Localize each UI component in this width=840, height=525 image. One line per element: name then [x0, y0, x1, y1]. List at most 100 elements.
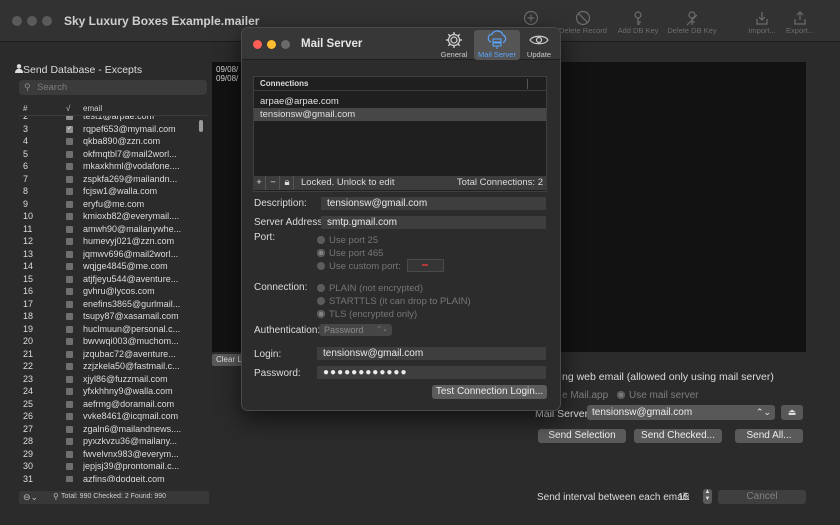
login-field[interactable]: tensionsw@gmail.com [317, 347, 546, 360]
table-row[interactable]: 9 eryfu@me.com [19, 198, 199, 211]
row-checkbox[interactable] [66, 238, 73, 245]
connection-item[interactable]: tensionsw@gmail.com [254, 108, 546, 121]
custom-port-field[interactable] [407, 259, 444, 272]
tab-mail-server[interactable]: Mail Server [474, 30, 520, 60]
port-465-radio[interactable]: Use port 465 [317, 248, 383, 259]
row-checkbox[interactable] [66, 425, 73, 433]
connection-item[interactable]: arpae@arpae.com [254, 95, 546, 108]
row-checkbox[interactable] [66, 400, 73, 408]
send-checked-button[interactable]: Send Checked... [634, 429, 722, 443]
table-row[interactable]: 5 okfmqtbl7@mail2worl... [19, 148, 199, 161]
row-checkbox[interactable] [66, 188, 73, 195]
row-checkbox[interactable] [66, 213, 73, 220]
row-checkbox[interactable] [66, 363, 73, 370]
email-table[interactable]: 2 ✓ test1@arpae.com 3 ✓ rqpef653@mymail.com 4 q… [19, 116, 199, 482]
table-row[interactable]: 17 enefins3865@gurlmail... [19, 298, 199, 311]
row-checkbox[interactable] [66, 350, 73, 358]
send-all-button[interactable]: Send All... [735, 429, 803, 443]
row-checkbox[interactable] [66, 263, 73, 270]
table-row[interactable]: 12 humevyj021@zzn.com [19, 235, 199, 248]
remove-connection-button[interactable]: − [267, 176, 280, 190]
add-connection-button[interactable]: + [253, 176, 266, 190]
table-row[interactable]: 4 qkba890@zzn.com [19, 135, 199, 148]
port-25-radio[interactable]: Use port 25 [317, 235, 378, 246]
search-input[interactable] [37, 81, 197, 94]
row-checkbox[interactable] [66, 275, 73, 283]
row-checkbox[interactable] [66, 163, 73, 170]
table-row[interactable]: 10 kmioxb82@everymail.... [19, 210, 199, 223]
table-row[interactable]: 8 fcjsw1@walla.com [19, 185, 199, 198]
table-row[interactable]: 13 jqmwv696@mail2worl... [19, 248, 199, 261]
table-row[interactable]: 23 xjyl86@fuzzmail.com [19, 373, 199, 386]
plain-connection-radio[interactable]: PLAIN (not encrypted) [317, 283, 423, 294]
zoom-window-button[interactable] [42, 16, 52, 26]
table-row[interactable]: 14 wqjge4845@me.com [19, 260, 199, 273]
row-checkbox[interactable] [66, 300, 73, 308]
tab-update[interactable]: Update [524, 30, 554, 60]
starttls-connection-radio[interactable]: STARTTLS (it can drop to PLAIN) [317, 296, 471, 307]
mail-server-select[interactable]: tensionsw@gmail.com ⌃⌄ [587, 405, 775, 420]
row-checkbox[interactable] [66, 475, 73, 482]
table-row[interactable]: 3 ✓ rqpef653@mymail.com [19, 123, 199, 136]
close-window-button[interactable] [12, 16, 22, 26]
row-checkbox[interactable] [66, 138, 73, 145]
row-checkbox[interactable] [66, 463, 73, 470]
password-field[interactable]: ●●●●●●●●●●●● [317, 366, 546, 379]
table-row[interactable]: 18 tsupy87@xasamail.com [19, 310, 199, 323]
row-checkbox[interactable] [66, 150, 73, 158]
send-interval-stepper[interactable]: ▲ ▼ [703, 489, 712, 504]
row-checkbox[interactable] [66, 438, 73, 445]
use-mail-server-radio[interactable]: Use mail server [617, 390, 698, 401]
column-header-number[interactable]: # [23, 104, 27, 113]
row-checkbox[interactable] [66, 225, 73, 233]
add-db-key-button[interactable]: Add DB Key [610, 8, 666, 38]
minimize-window-button[interactable] [27, 16, 37, 26]
row-checkbox[interactable] [66, 450, 73, 458]
row-checkbox[interactable] [66, 388, 73, 395]
test-connection-button[interactable]: Test Connection Login... [432, 385, 547, 399]
table-row[interactable]: 30 jepjsj39@prontomail.c... [19, 460, 199, 473]
row-checkbox[interactable] [66, 288, 73, 295]
table-row[interactable]: 20 bwvwqi003@muchom... [19, 335, 199, 348]
table-row[interactable]: 27 zgaln6@mailandnews.... [19, 423, 199, 436]
close-dialog-button[interactable] [253, 40, 262, 49]
server-address-field[interactable]: smtp.gmail.com [321, 216, 546, 229]
lock-icon[interactable]: 🔒︎ [281, 176, 294, 190]
table-row[interactable]: 28 pyxzkvzu36@mailany... [19, 435, 199, 448]
row-checkbox[interactable] [66, 200, 73, 208]
row-checkbox[interactable] [66, 313, 73, 320]
row-checkbox[interactable]: ✓ [66, 116, 73, 120]
authentication-select[interactable]: Password ⌃⌄ [319, 324, 392, 336]
description-field[interactable]: tensionsw@gmail.com [321, 197, 546, 210]
table-row[interactable]: 15 atjfjeyu544@aventure... [19, 273, 199, 286]
table-row[interactable]: 26 vvke8461@icqmail.com [19, 410, 199, 423]
row-checkbox[interactable] [66, 338, 73, 345]
table-row[interactable]: 16 gvhru@lycos.com [19, 285, 199, 298]
custom-port-radio[interactable]: Use custom port: [317, 261, 401, 272]
table-row[interactable]: 22 zzjzkela50@fastmail.c... [19, 360, 199, 373]
table-row[interactable]: 7 zspkfa269@mailandn... [19, 173, 199, 186]
tab-general[interactable]: General [438, 30, 470, 60]
search-box[interactable]: ⚲ [19, 80, 207, 95]
table-row[interactable]: 24 yfxkhhny9@walla.com [19, 385, 199, 398]
delete-db-key-button[interactable]: Delete DB Key [664, 8, 720, 38]
connections-list[interactable]: arpae@arpae.com tensionsw@gmail.com [254, 95, 546, 121]
export-button[interactable]: Export... [772, 8, 828, 38]
delete-record-button[interactable]: Delete Record [555, 8, 611, 38]
row-checkbox[interactable]: ✓ [66, 125, 73, 133]
row-checkbox[interactable] [66, 325, 73, 333]
row-checkbox[interactable] [66, 413, 73, 420]
send-selection-button[interactable]: Send Selection [538, 429, 626, 443]
row-checkbox[interactable] [66, 250, 73, 258]
column-header-email[interactable]: email [83, 104, 102, 113]
mail-server-settings-button[interactable]: ⏏ [781, 405, 803, 420]
table-row[interactable]: 29 fwvelvnx983@everym... [19, 448, 199, 461]
filter-menu-icon[interactable]: ⊖⌄ [23, 492, 38, 503]
table-row[interactable]: 6 mkaxkhml@vodafone.... [19, 160, 199, 173]
tls-connection-radio[interactable]: TLS (encrypted only) [317, 309, 417, 320]
row-checkbox[interactable] [66, 175, 73, 183]
use-mail-app-radio[interactable]: e Mail.app [562, 390, 608, 401]
zoom-dialog-button[interactable] [281, 40, 290, 49]
table-row[interactable]: 31 azfjns@dodgeit.com [19, 473, 199, 482]
table-row[interactable]: 19 huclmuun@personal.c... [19, 323, 199, 336]
